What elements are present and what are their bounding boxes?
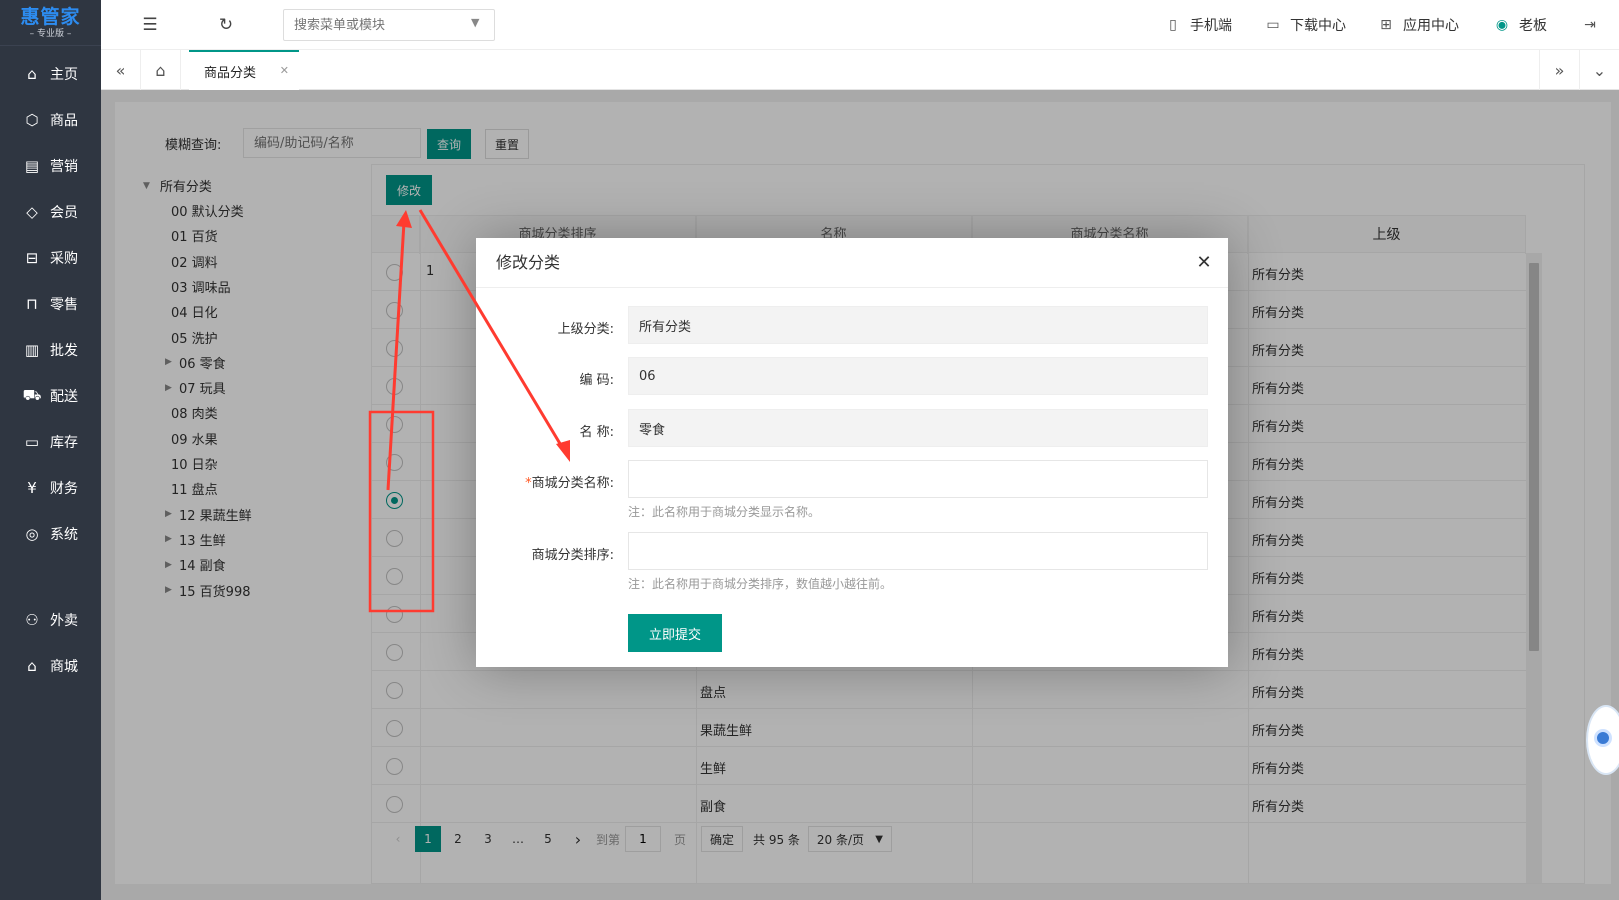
cart-icon: ⊟ [25,249,39,267]
logo: 惠管家 – 专业版 – [0,0,101,46]
sidebar-item-label: 主页 [50,67,78,83]
sidebar-item-label: 批发 [50,343,78,359]
name-label: 名 称: [579,425,614,440]
sidebar-item-5[interactable]: ⊓ 零售 [0,284,101,324]
sidebar-item-label: 商品 [50,113,78,129]
cube-icon: ⬡ [25,111,39,129]
mall-sort-label: 商城分类排序: [531,548,614,563]
scroll-left-icon[interactable]: « [101,50,141,90]
sidebar-item-label: 采购 [50,251,78,267]
sidebar-item-12[interactable]: ⌂ 商城 [0,646,101,686]
code-field [628,357,1208,395]
sidebar-item-10[interactable]: ◎ 系统 [0,514,101,554]
home-tab-icon[interactable]: ⌂ [141,50,181,90]
sidebar-item-11[interactable]: ⚇ 外卖 [0,600,101,640]
apps-label: 应用中心 [1403,18,1459,34]
edit-category-dialog: 修改分类 ✕ 上级分类: 编 码: 名 称: *商城分类名称: 注：此名称用于商… [476,238,1228,667]
parent-category-field [628,306,1208,344]
sidebar-item-label: 系统 [50,527,78,543]
robot-eye [1594,729,1612,747]
close-icon[interactable]: ✕ [1194,252,1214,273]
chart-icon: ▤ [24,157,40,175]
tab-bar: « ⌂ 商品分类 ✕ » ⌄ [101,50,1619,90]
truck-icon: ⛟ [22,386,42,404]
sidebar-item-4[interactable]: ⊟ 采购 [0,238,101,278]
sidebar-item-label: 零售 [50,297,78,313]
close-icon[interactable]: ✕ [280,64,289,77]
mall-name-input[interactable] [628,460,1208,498]
mall-sort-input[interactable] [628,532,1208,570]
mall-sort-note: 注：此名称用于商城分类排序，数值越小越往前。 [628,577,893,591]
sidebar-item-6[interactable]: ▥ 批发 [0,330,101,370]
menu-search-input[interactable] [283,9,495,41]
top-bar: ☰ ↻ ▼ ▯ 手机端 ▭ 下载中心 ⊞ 应用中心 ◉ 老板 ⇥ [101,0,1619,50]
sidebar-item-label: 配送 [50,389,78,405]
tab-label: 商品分类 [204,65,257,81]
logout-icon: ⇥ [1584,17,1596,33]
name-field [628,409,1208,447]
sidebar: 惠管家 – 专业版 – ⌂ 主页 ⬡ 商品 ▤ 营销 ◇ 会员 ⊟ 采购 ⊓ 零售 ▥ 批发 ⛟ 配送 ▭ 库存 ¥… [0,0,101,900]
brand-name: 惠管家 [20,6,81,28]
tab-product-category[interactable]: 商品分类 ✕ [189,50,299,90]
user-menu[interactable]: ◉ 老板 [1493,14,1547,36]
store-icon: ⌂ [27,657,37,675]
dialog-title: 修改分类 [476,238,1228,288]
building-icon: ▥ [24,341,40,359]
sidebar-item-label: 商城 [50,659,78,675]
delivery-icon: ⚇ [25,611,39,629]
sidebar-item-7[interactable]: ⛟ 配送 [0,376,101,416]
sidebar-item-2[interactable]: ▤ 营销 [0,146,101,186]
apps-grid-icon: ⊞ [1380,17,1392,33]
sidebar-item-label: 会员 [50,205,78,221]
sidebar-item-0[interactable]: ⌂ 主页 [0,54,101,94]
yen-icon: ¥ [27,479,37,497]
download-center-link[interactable]: ▭ 下载中心 [1264,14,1346,36]
refresh-icon[interactable]: ↻ [215,14,237,36]
scroll-right-icon[interactable]: » [1539,50,1579,90]
settings-icon: ◎ [25,525,39,543]
logout-button[interactable]: ⇥ [1581,14,1607,36]
sidebar-item-label: 营销 [50,159,78,175]
monitor-icon: ▭ [1266,17,1280,33]
mall-name-label: *商城分类名称: [506,472,614,491]
sidebar-item-1[interactable]: ⬡ 商品 [0,100,101,140]
inbox-icon: ▭ [24,433,40,451]
app-center-link[interactable]: ⊞ 应用中心 [1377,14,1459,36]
code-label: 编 码: [579,373,614,388]
phone-icon: ▯ [1169,17,1177,33]
menu-toggle-icon[interactable]: ☰ [139,14,161,36]
download-label: 下载中心 [1290,18,1346,34]
mall-name-note: 注：此名称用于商城分类显示名称。 [628,505,821,519]
mall-name-label-text: 商城分类名称: [531,476,614,491]
sidebar-item-label: 外卖 [50,613,78,629]
tab-menu-chevron-icon[interactable]: ⌄ [1579,50,1619,90]
sidebar-item-label: 财务 [50,481,78,497]
chevron-down-icon[interactable]: ▼ [471,16,479,29]
sidebar-item-9[interactable]: ¥ 财务 [0,468,101,508]
bag-icon: ⊓ [26,295,38,313]
user-name: 老板 [1519,18,1547,34]
user-icon: ◉ [1495,17,1509,33]
parent-category-label: 上级分类: [557,322,614,337]
home-icon: ⌂ [27,65,37,83]
sidebar-item-8[interactable]: ▭ 库存 [0,422,101,462]
sidebar-item-3[interactable]: ◇ 会员 [0,192,101,232]
mobile-link[interactable]: ▯ 手机端 [1164,14,1232,36]
brand-edition: – 专业版 – [29,29,72,39]
mobile-label: 手机端 [1190,18,1232,34]
submit-button[interactable]: 立即提交 [628,614,722,652]
diamond-icon: ◇ [26,203,38,221]
assistant-robot-icon[interactable] [1586,705,1619,775]
sidebar-item-label: 库存 [50,435,78,451]
